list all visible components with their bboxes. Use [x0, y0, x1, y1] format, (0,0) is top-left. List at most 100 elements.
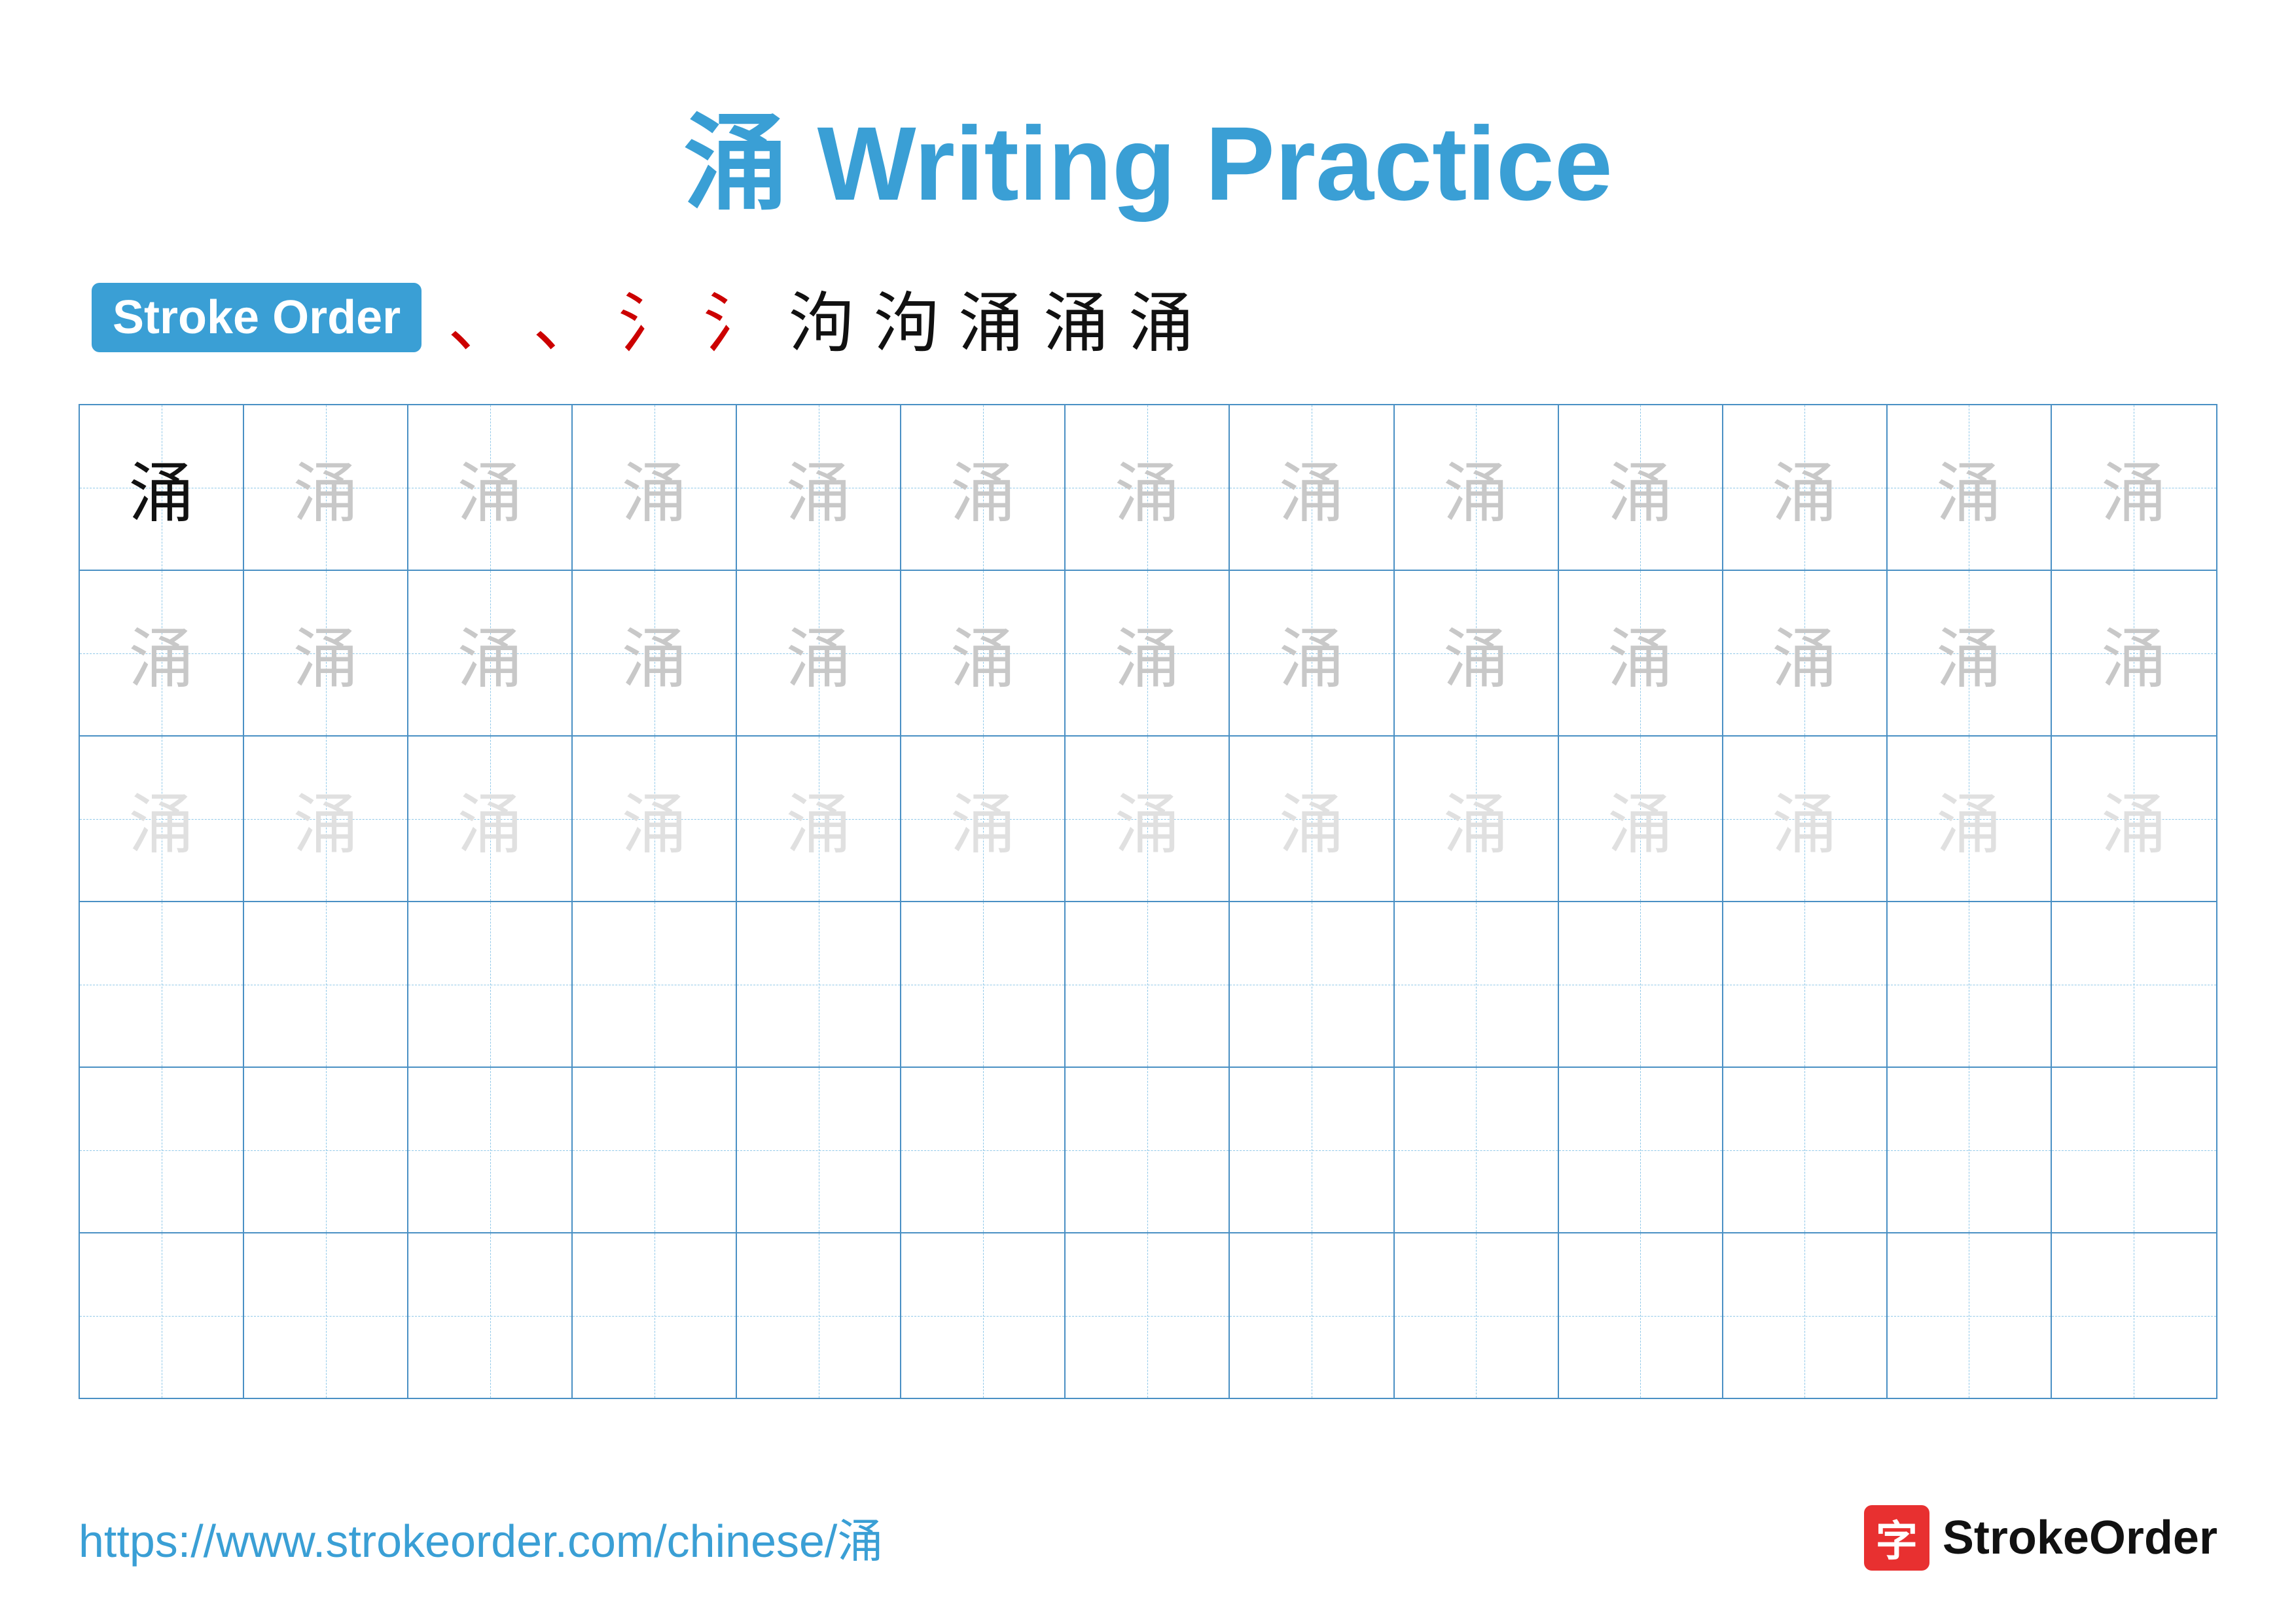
grid-cell[interactable]: 涌 [1230, 571, 1394, 735]
grid-cell[interactable] [573, 1068, 737, 1232]
grid-cell[interactable] [408, 1068, 573, 1232]
grid-cell[interactable]: 涌 [80, 571, 244, 735]
footer-url[interactable]: https://www.strokeorder.com/chinese/涌 [79, 1504, 883, 1571]
grid-cell[interactable]: 涌 [80, 405, 244, 570]
cell-character: 涌 [457, 771, 523, 866]
grid-cell[interactable]: 涌 [2052, 571, 2216, 735]
grid-cell[interactable] [1066, 1233, 1230, 1398]
cell-character: 涌 [622, 606, 687, 701]
cell-character: 涌 [1443, 771, 1509, 866]
cell-character: 涌 [2101, 606, 2166, 701]
grid-cell[interactable] [901, 1233, 1066, 1398]
grid-cell[interactable]: 涌 [1723, 737, 1888, 901]
grid-cell[interactable]: 涌 [1888, 737, 2052, 901]
grid-cell[interactable] [1559, 1068, 1723, 1232]
grid-cell[interactable] [1066, 1068, 1230, 1232]
logo-name: StrokeOrder [1943, 1511, 2217, 1565]
grid-cell[interactable]: 涌 [573, 571, 737, 735]
grid-cell[interactable] [737, 1068, 901, 1232]
grid-cell[interactable] [1888, 902, 2052, 1067]
stroke-step-5: 泃 [788, 270, 853, 365]
grid-cell[interactable]: 涌 [2052, 737, 2216, 901]
cell-character: 涌 [293, 771, 359, 866]
grid-cell[interactable] [80, 1068, 244, 1232]
grid-cell[interactable] [1723, 1233, 1888, 1398]
grid-cell[interactable]: 涌 [244, 405, 408, 570]
grid-cell[interactable] [244, 1233, 408, 1398]
grid-cell[interactable]: 涌 [1559, 571, 1723, 735]
grid-cell[interactable]: 涌 [573, 737, 737, 901]
grid-cell[interactable]: 涌 [1559, 737, 1723, 901]
grid-cell[interactable] [1559, 902, 1723, 1067]
cell-character: 涌 [1607, 771, 1673, 866]
grid-cell[interactable] [737, 902, 901, 1067]
grid-cell[interactable] [2052, 1068, 2216, 1232]
grid-cell[interactable]: 涌 [1395, 737, 1559, 901]
grid-cell[interactable]: 涌 [2052, 405, 2216, 570]
grid-cell[interactable]: 涌 [901, 737, 1066, 901]
grid-cell[interactable]: 涌 [1559, 405, 1723, 570]
grid-cell[interactable]: 涌 [1066, 405, 1230, 570]
grid-cell[interactable] [1230, 1233, 1394, 1398]
grid-cell[interactable]: 涌 [1723, 405, 1888, 570]
grid-cell[interactable]: 涌 [244, 737, 408, 901]
grid-cell[interactable] [1723, 1068, 1888, 1232]
grid-cell[interactable] [1395, 902, 1559, 1067]
practice-grid: 涌 涌 涌 涌 涌 涌 涌 涌 涌 涌 涌 涌 涌 涌 涌 涌 涌 涌 涌 涌 … [79, 404, 2217, 1399]
grid-cell[interactable] [1395, 1068, 1559, 1232]
grid-cell[interactable]: 涌 [901, 405, 1066, 570]
stroke-step-3: 氵 [618, 270, 683, 365]
grid-cell[interactable] [2052, 1233, 2216, 1398]
grid-cell[interactable]: 涌 [737, 737, 901, 901]
grid-cell[interactable] [80, 902, 244, 1067]
stroke-step-2: 、 [533, 270, 598, 365]
grid-cell[interactable] [1888, 1233, 2052, 1398]
grid-cell[interactable] [408, 1233, 573, 1398]
cell-character: 涌 [1936, 606, 2001, 701]
grid-cell[interactable]: 涌 [244, 571, 408, 735]
grid-cell[interactable]: 涌 [1230, 737, 1394, 901]
grid-cell[interactable] [1230, 1068, 1394, 1232]
grid-cell[interactable] [1559, 1233, 1723, 1398]
grid-cell[interactable] [573, 1233, 737, 1398]
cell-character: 涌 [950, 606, 1016, 701]
grid-cell[interactable]: 涌 [1230, 405, 1394, 570]
grid-cell[interactable] [1395, 1233, 1559, 1398]
grid-cell[interactable] [80, 1233, 244, 1398]
grid-cell[interactable]: 涌 [737, 405, 901, 570]
grid-cell[interactable]: 涌 [408, 405, 573, 570]
grid-cell[interactable]: 涌 [408, 737, 573, 901]
grid-row-3: 涌 涌 涌 涌 涌 涌 涌 涌 涌 涌 涌 涌 涌 [80, 737, 2216, 902]
grid-cell[interactable]: 涌 [1395, 405, 1559, 570]
grid-cell[interactable]: 涌 [737, 571, 901, 735]
grid-cell[interactable] [901, 902, 1066, 1067]
grid-row-2: 涌 涌 涌 涌 涌 涌 涌 涌 涌 涌 涌 涌 涌 [80, 571, 2216, 737]
grid-cell[interactable]: 涌 [573, 405, 737, 570]
grid-cell[interactable] [573, 902, 737, 1067]
cell-character: 涌 [1772, 606, 1837, 701]
grid-cell[interactable]: 涌 [1888, 571, 2052, 735]
grid-cell[interactable]: 涌 [1723, 571, 1888, 735]
grid-cell[interactable]: 涌 [1888, 405, 2052, 570]
grid-cell[interactable] [901, 1068, 1066, 1232]
grid-cell[interactable]: 涌 [408, 571, 573, 735]
stroke-step-1: 、 [448, 270, 513, 365]
grid-cell[interactable]: 涌 [1066, 737, 1230, 901]
grid-cell[interactable] [2052, 902, 2216, 1067]
stroke-sequence: 、 、 氵 氵 泃 泃 涌 涌 涌 [448, 270, 1194, 365]
grid-cell[interactable]: 涌 [901, 571, 1066, 735]
grid-cell[interactable] [1723, 902, 1888, 1067]
grid-cell[interactable]: 涌 [80, 737, 244, 901]
grid-cell[interactable] [244, 902, 408, 1067]
grid-row-4 [80, 902, 2216, 1068]
grid-cell[interactable] [1066, 902, 1230, 1067]
grid-cell[interactable] [408, 902, 573, 1067]
grid-cell[interactable]: 涌 [1395, 571, 1559, 735]
cell-character: 涌 [786, 771, 852, 866]
grid-cell[interactable] [244, 1068, 408, 1232]
grid-cell[interactable] [737, 1233, 901, 1398]
grid-row-1: 涌 涌 涌 涌 涌 涌 涌 涌 涌 涌 涌 涌 涌 [80, 405, 2216, 571]
grid-cell[interactable]: 涌 [1066, 571, 1230, 735]
grid-cell[interactable] [1888, 1068, 2052, 1232]
grid-cell[interactable] [1230, 902, 1394, 1067]
